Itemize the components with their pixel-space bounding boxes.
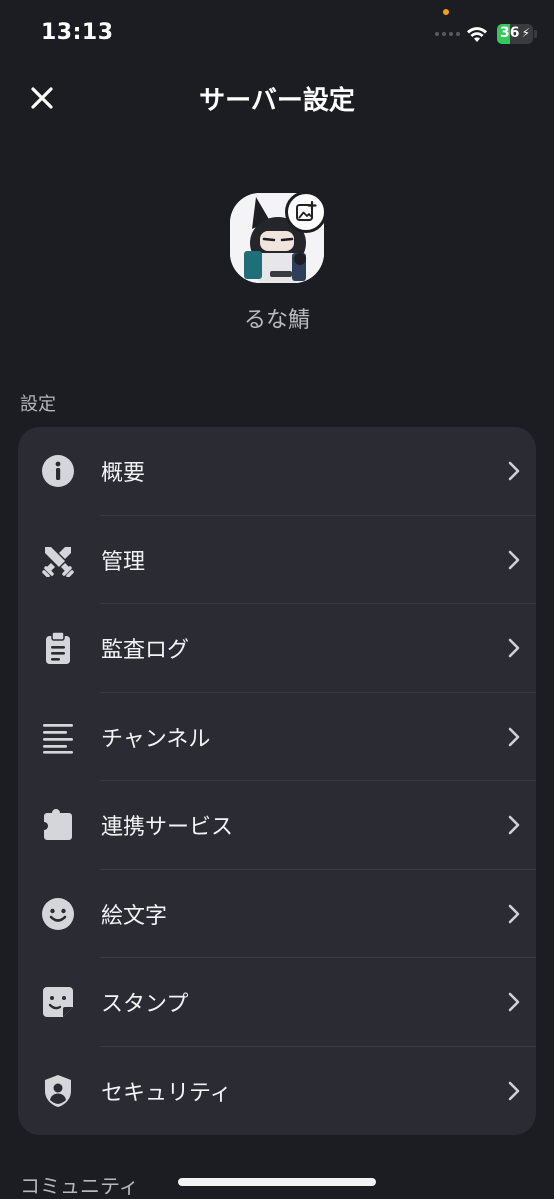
header: サーバー設定 — [0, 70, 554, 126]
charging-bolt-icon: ⚡ — [521, 26, 530, 40]
battery-cap — [534, 30, 537, 38]
page-title: サーバー設定 — [199, 86, 355, 116]
settings-list: 概要 管理 監査ログ チャンネル 連携サービス 絵文字 スタンプ セキュリティ — [18, 427, 536, 1135]
settings-item-label: 概要 — [101, 461, 146, 487]
chevron-right-icon — [508, 815, 520, 835]
sticker-icon — [40, 984, 76, 1020]
settings-item-label: セキュリティ — [101, 1080, 232, 1106]
settings-item-moderation[interactable]: 管理 — [18, 516, 536, 604]
battery-percent: 36 — [500, 25, 520, 41]
shield-user-icon — [40, 1073, 76, 1109]
settings-item-emoji[interactable]: 絵文字 — [18, 870, 536, 958]
settings-item-label: 連携サービス — [101, 815, 234, 841]
privacy-indicator-dot — [443, 9, 449, 15]
section-label-community: コミュニティ — [20, 1174, 139, 1198]
settings-item-channels[interactable]: チャンネル — [18, 693, 536, 781]
crossed-swords-icon — [40, 542, 76, 578]
clipboard-icon — [40, 630, 76, 666]
battery-indicator: 36 ⚡ — [497, 24, 533, 44]
chevron-right-icon — [508, 550, 520, 569]
settings-item-integrations[interactable]: 連携サービス — [18, 781, 536, 870]
chevron-right-icon — [508, 727, 520, 746]
text-lines-icon — [40, 719, 76, 755]
chevron-right-icon — [508, 461, 520, 481]
chevron-right-icon — [508, 904, 520, 923]
settings-item-overview[interactable]: 概要 — [18, 427, 536, 516]
server-icon-container[interactable] — [230, 191, 327, 283]
settings-item-label: 監査ログ — [101, 638, 190, 664]
settings-item-label: チャンネル — [101, 726, 211, 752]
add-image-icon — [296, 201, 317, 221]
status-bar: 13:13 36 ⚡ — [0, 0, 554, 64]
chevron-right-icon — [508, 638, 520, 658]
upload-image-button[interactable] — [285, 191, 327, 233]
settings-item-stickers[interactable]: スタンプ — [18, 958, 536, 1047]
chevron-right-icon — [508, 992, 520, 1012]
settings-item-security[interactable]: セキュリティ — [18, 1047, 536, 1136]
info-icon — [40, 453, 76, 489]
settings-item-audit-log[interactable]: 監査ログ — [18, 604, 536, 693]
cellular-signal-icon — [435, 32, 460, 36]
section-label-settings: 設定 — [20, 394, 56, 415]
server-name: るな鯖 — [243, 308, 310, 333]
smile-icon — [40, 896, 76, 932]
chevron-right-icon — [508, 1081, 520, 1100]
settings-item-label: スタンプ — [101, 992, 189, 1018]
status-time: 13:13 — [41, 20, 114, 45]
settings-item-label: 絵文字 — [101, 903, 168, 929]
wifi-icon — [467, 27, 487, 42]
settings-item-label: 管理 — [101, 549, 146, 575]
home-indicator[interactable] — [178, 1178, 376, 1186]
puzzle-icon — [40, 807, 76, 843]
